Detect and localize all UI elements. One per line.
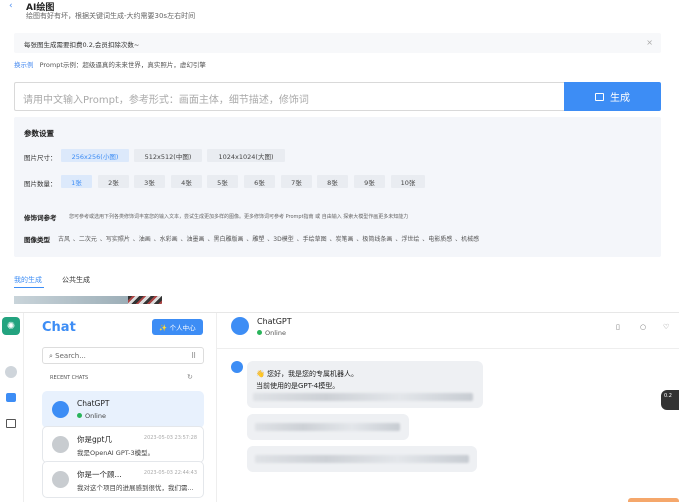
- avatar: [52, 401, 69, 418]
- chat-title: Chat: [42, 320, 76, 335]
- chat-preview: 我对这个项目的进展感到很忧，我们需...: [77, 484, 194, 492]
- count-option[interactable]: 6张: [244, 175, 275, 188]
- image-icon: [595, 92, 604, 101]
- settings-icon[interactable]: ○: [640, 323, 646, 331]
- avatar[interactable]: [5, 366, 17, 378]
- phone-icon[interactable]: ▯: [616, 323, 620, 331]
- list-item[interactable]: 你是一个顾... 我对这个项目的进展感到很忧，我们需... 2023-05-03…: [42, 461, 204, 498]
- tab-indicator: [14, 287, 44, 288]
- count-option[interactable]: 8张: [317, 175, 348, 188]
- conversation-status: Online: [257, 329, 286, 337]
- chat-list-panel: Chat ✨ 个人中心 ⌕ Search... ⠿ RECENT CHATS ↻…: [24, 313, 217, 502]
- personal-center-button[interactable]: ✨ 个人中心: [152, 319, 203, 335]
- list-item[interactable]: ChatGPT Online: [42, 391, 204, 428]
- count-option[interactable]: 10张: [391, 175, 425, 188]
- chat-preview: 我是OpenAI GPT-3模型。: [77, 449, 155, 457]
- avatar: [52, 471, 69, 488]
- page-subtitle: 绘图有好有坏，根据关键词生成-大约需要30s左右时间: [26, 12, 196, 20]
- count-label: 图片数量：: [24, 180, 57, 188]
- count-option[interactable]: 9张: [354, 175, 385, 188]
- floating-side-badge[interactable]: 0.2: [661, 390, 679, 410]
- blurred-text: [255, 455, 469, 463]
- list-item[interactable]: 你是gpt几 我是OpenAI GPT-3模型。 2023-05-03 23:5…: [42, 426, 204, 463]
- new-chat-icon[interactable]: [6, 393, 16, 402]
- chat-name: ChatGPT: [77, 399, 110, 408]
- size-option[interactable]: 512x512(中图): [134, 149, 202, 162]
- grid-icon[interactable]: ⠿: [191, 352, 196, 360]
- tab-my-generations[interactable]: 我的生成: [14, 275, 42, 285]
- prompt-example: 换示例 Prompt示例：超级逼真的未来世界，真实照片，虚幻引擎: [14, 59, 206, 69]
- count-option[interactable]: 3张: [134, 175, 165, 188]
- chat-time: 2023-05-03 22:44:43: [143, 470, 197, 476]
- tab-public-generations[interactable]: 公共生成: [62, 275, 90, 285]
- favorite-icon[interactable]: ♡: [663, 323, 669, 331]
- count-option[interactable]: 5张: [207, 175, 238, 188]
- message-text: 👋 您好，我是您的专属机器人。 当前使用的是GPT-4模型。: [256, 370, 358, 390]
- recent-chats-label: RECENT CHATS: [50, 375, 89, 381]
- generate-button[interactable]: 生成: [564, 82, 661, 111]
- fee-notice: 每张图生成需要扣费0.2,会员扣除次数~ ×: [14, 33, 661, 53]
- count-option[interactable]: 4张: [171, 175, 202, 188]
- change-example-link[interactable]: 换示例: [14, 61, 34, 69]
- avatar: [231, 317, 249, 335]
- ai-drawing-panel: ‹ AI绘图 绘图有好有坏，根据关键词生成-大约需要30s左右时间 每张图生成需…: [0, 0, 679, 312]
- generate-label: 生成: [610, 93, 630, 104]
- search-input[interactable]: ⌕ Search... ⠿: [42, 347, 204, 364]
- close-icon[interactable]: ×: [646, 38, 653, 47]
- style-title: 图像类型: [24, 236, 50, 244]
- chat-time: 2023-05-03 23:57:28: [143, 435, 197, 441]
- chat-name: 你是gpt几: [77, 435, 112, 444]
- prompt-input[interactable]: 请用中文输入Prompt，参考形式：画面主体，细节描述，修饰词: [14, 82, 565, 111]
- style-list[interactable]: 古风 、二次元 、写实照片 、油画 、水彩画 、油墨画 、黑白雕版画 、雕塑 、…: [58, 234, 479, 243]
- size-label: 图片尺寸：: [24, 154, 57, 162]
- conversation-name: ChatGPT: [257, 317, 292, 326]
- gallery-icon[interactable]: [6, 419, 16, 428]
- refresh-icon[interactable]: ↻: [187, 373, 193, 381]
- size-option[interactable]: 256x256(小图): [61, 149, 129, 162]
- notice-text: 每张图生成需要扣费0.2,会员扣除次数~: [24, 41, 140, 49]
- avatar: [231, 361, 243, 373]
- back-icon[interactable]: ‹: [9, 1, 13, 11]
- avatar: [52, 436, 69, 453]
- size-option[interactable]: 1024x1024(大图): [207, 149, 285, 162]
- params-panel: 参数设置 图片尺寸： 256x256(小图) 512x512(中图) 1024x…: [14, 117, 661, 257]
- search-placeholder: Search...: [55, 352, 86, 360]
- blurred-text: [253, 393, 473, 401]
- chat-name: 你是一个顾...: [77, 470, 122, 479]
- chatgpt-logo-icon[interactable]: ✺: [2, 317, 20, 335]
- count-option[interactable]: 1张: [61, 175, 92, 188]
- example-text: Prompt示例：超级逼真的未来世界，真实照片，虚幻引擎: [39, 61, 206, 69]
- generated-image-thumbnail[interactable]: [128, 296, 162, 304]
- count-option[interactable]: 2张: [98, 175, 129, 188]
- orange-tab[interactable]: [628, 498, 679, 502]
- chat-main: ChatGPT Online ▯ ○ ♡ 👋 您好，我是您的专属机器人。 当前使…: [217, 313, 679, 502]
- count-option[interactable]: 7张: [281, 175, 312, 188]
- blurred-text: [255, 423, 400, 431]
- modifier-title: 修饰词参考: [24, 214, 57, 222]
- online-dot-icon: [77, 413, 82, 418]
- online-dot-icon: [257, 330, 262, 335]
- chat-rail: ✺: [0, 313, 24, 502]
- params-title: 参数设置: [24, 129, 54, 138]
- chat-status: Online: [77, 412, 106, 420]
- modifier-text: 您可参考或选用下列各类修饰词丰富您的输入文本，尝试生成更加多样的图像。更多修饰词…: [69, 214, 409, 220]
- divider: [217, 348, 679, 349]
